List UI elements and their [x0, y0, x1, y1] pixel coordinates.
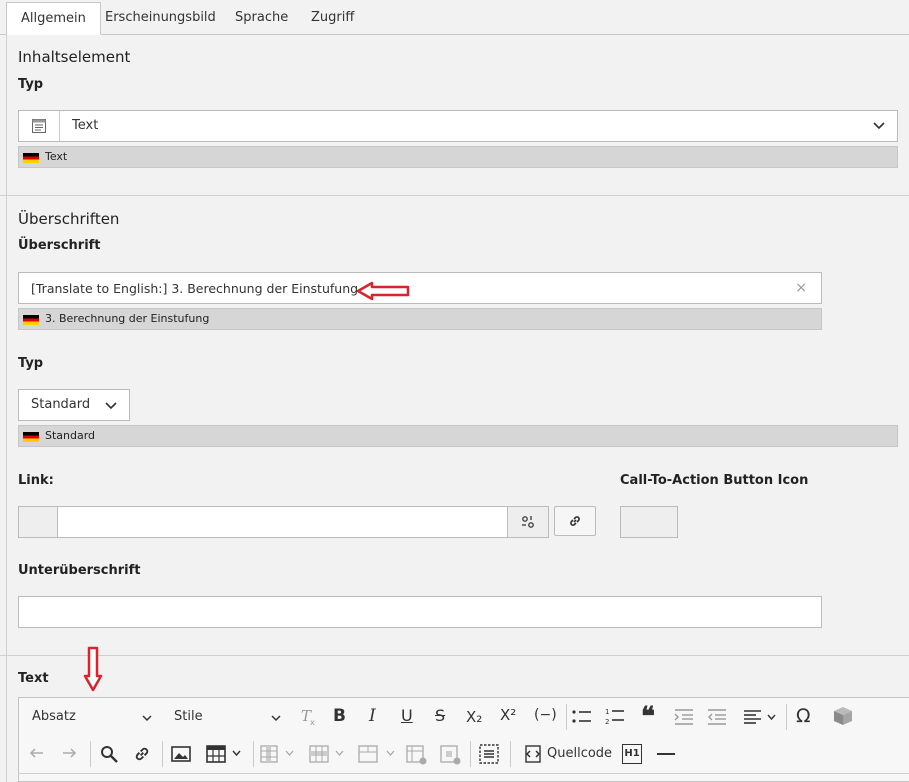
- type-label: Typ: [18, 77, 44, 92]
- link-icon[interactable]: [133, 745, 151, 767]
- paragraph-format-dropdown[interactable]: Absatz: [32, 709, 76, 724]
- indent-icon[interactable]: [674, 709, 694, 729]
- link-browser-button[interactable]: [554, 506, 596, 536]
- toolbar-separator: [90, 741, 91, 767]
- link-label: Link:: [18, 473, 54, 488]
- image-icon[interactable]: [171, 745, 191, 767]
- bold-icon[interactable]: B: [333, 706, 346, 726]
- heading-type-value: Standard: [31, 397, 91, 412]
- heading-input-value: [Translate to English:] 3. Berechnung de…: [31, 281, 359, 296]
- text-element-icon: [19, 111, 60, 141]
- text-align-icon[interactable]: [743, 709, 777, 729]
- type-select-value: Text: [72, 118, 99, 133]
- bulleted-list-icon[interactable]: [572, 709, 592, 729]
- horizontal-line-icon[interactable]: [657, 753, 675, 755]
- annotation-arrow-left-icon: [356, 280, 412, 306]
- table-icon[interactable]: [206, 745, 244, 767]
- source-code-icon[interactable]: [523, 745, 543, 767]
- superscript-icon[interactable]: X²: [500, 706, 516, 724]
- styles-dropdown[interactable]: Stile: [174, 709, 203, 724]
- heading-fallback: 3. Berechnung der Einstufung: [18, 308, 822, 330]
- tab-erscheinungsbild[interactable]: Erscheinungsbild: [91, 2, 230, 35]
- italic-icon[interactable]: I: [369, 706, 376, 726]
- clear-icon[interactable]: ×: [795, 280, 807, 296]
- text-label: Text: [18, 671, 49, 686]
- link-icon: [570, 516, 580, 526]
- tab-allgemein[interactable]: Allgemein: [6, 2, 101, 35]
- underline-icon[interactable]: U: [401, 706, 413, 725]
- source-code-button[interactable]: Quellcode: [547, 746, 612, 761]
- heading-label: Überschrift: [18, 238, 101, 253]
- remove-format-icon[interactable]: Tx: [299, 706, 317, 730]
- tab-zugriff[interactable]: Zugriff: [297, 2, 368, 35]
- toolbar-separator: [510, 741, 511, 767]
- blockquote-icon[interactable]: ❝: [641, 702, 655, 732]
- merge-cells-icon[interactable]: [358, 745, 398, 767]
- link-input[interactable]: [57, 506, 508, 538]
- table-column-icon[interactable]: [260, 745, 296, 767]
- section-title-headings: Überschriften: [18, 210, 120, 228]
- chevron-down-icon: [105, 399, 117, 415]
- heading-type-fallback-text: Standard: [45, 429, 96, 442]
- german-flag-icon: [23, 432, 39, 442]
- subheading-input[interactable]: [18, 596, 822, 628]
- numbered-list-icon[interactable]: 12: [605, 707, 625, 729]
- type-fallback: Text: [18, 146, 898, 168]
- link-prefix: [18, 506, 58, 538]
- select-all-icon[interactable]: [479, 744, 499, 768]
- redo-icon[interactable]: [60, 746, 78, 766]
- heading-type-select[interactable]: Standard: [18, 389, 130, 421]
- heading-type-label: Typ: [18, 356, 44, 371]
- heading-input[interactable]: [Translate to English:] 3. Berechnung de…: [18, 272, 822, 304]
- rte-content-border: [18, 773, 909, 774]
- find-replace-icon[interactable]: [99, 744, 119, 768]
- table-properties-icon[interactable]: [406, 745, 428, 769]
- toolbar-separator: [253, 741, 254, 767]
- svg-text:x: x: [310, 718, 315, 726]
- toolbar-separator: [470, 741, 471, 767]
- special-characters-icon[interactable]: Ω: [796, 705, 811, 727]
- toolbar-separator: [786, 704, 787, 730]
- type-fallback-text: Text: [45, 150, 68, 163]
- soft-hyphen-icon[interactable]: (−): [534, 707, 557, 723]
- table-row-icon[interactable]: [309, 745, 345, 767]
- heading-type-fallback: Standard: [18, 425, 898, 447]
- chevron-down-icon: [142, 712, 152, 727]
- divider: [0, 195, 909, 196]
- svg-text:2: 2: [605, 718, 609, 725]
- cube-icon[interactable]: [832, 705, 854, 731]
- german-flag-icon: [23, 153, 39, 163]
- section-title-content: Inhaltselement: [18, 48, 131, 66]
- subheading-label: Unterüberschrift: [18, 563, 141, 578]
- link-broken-icon[interactable]: [507, 506, 549, 538]
- outdent-icon[interactable]: [707, 709, 727, 729]
- chevron-down-icon: [873, 119, 885, 135]
- heading-fallback-text: 3. Berechnung der Einstufung: [45, 312, 210, 325]
- undo-icon[interactable]: [28, 746, 46, 766]
- strikethrough-icon[interactable]: S: [435, 706, 445, 725]
- heading-icon[interactable]: H1: [622, 744, 642, 764]
- type-select[interactable]: Text: [18, 110, 898, 142]
- svg-text:1: 1: [605, 708, 609, 716]
- panel-border: [6, 35, 7, 782]
- cell-properties-icon[interactable]: [440, 745, 462, 769]
- toolbar-separator: [162, 741, 163, 767]
- tab-sprache[interactable]: Sprache: [221, 2, 302, 35]
- subscript-icon[interactable]: X₂: [466, 708, 482, 726]
- chevron-down-icon: [271, 712, 281, 727]
- divider: [0, 655, 909, 656]
- german-flag-icon: [23, 315, 39, 325]
- toolbar-separator: [566, 704, 567, 730]
- cta-icon-picker[interactable]: [620, 506, 678, 538]
- annotation-arrow-down-icon: [83, 646, 103, 696]
- cta-label: Call-To-Action Button Icon: [620, 473, 809, 488]
